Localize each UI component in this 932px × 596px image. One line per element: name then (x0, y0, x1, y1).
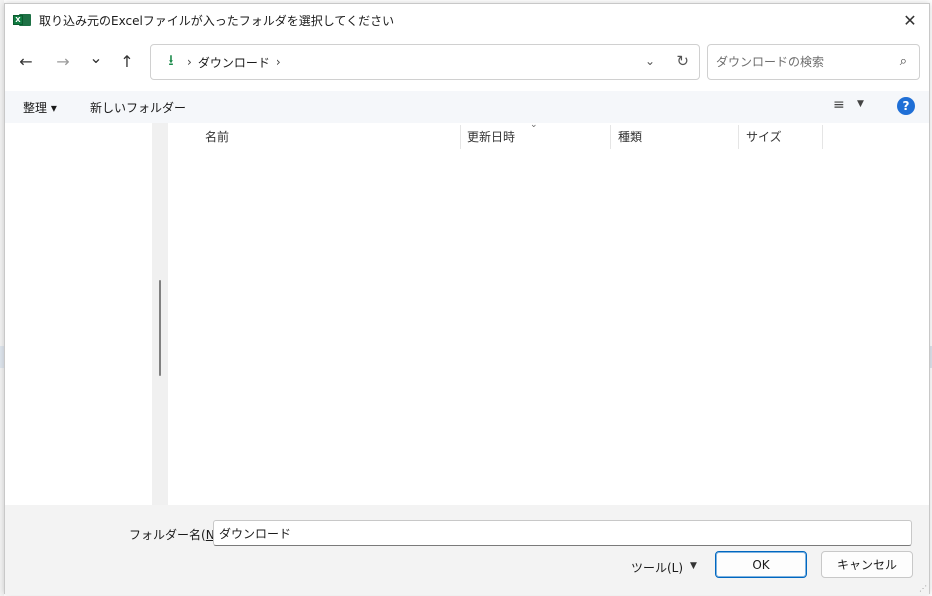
download-arrow-icon: ⭳ (168, 50, 174, 69)
refresh-icon[interactable]: ↻ (676, 52, 689, 70)
forward-button[interactable]: → (50, 48, 76, 74)
search-icon[interactable]: ⌕ (900, 54, 907, 69)
resize-grip-icon[interactable]: ⋰ (919, 585, 927, 593)
navigation-pane[interactable] (5, 123, 152, 505)
back-arrow-icon: ← (19, 51, 33, 71)
dialog-title: 取り込み元のExcelファイルが入ったフォルダを選択してください (39, 13, 395, 28)
breadcrumb-downloads[interactable]: ダウンロード (198, 54, 270, 71)
view-options-dropdown-icon[interactable]: ▼ (857, 99, 864, 109)
recent-locations-button[interactable]: ⌄ (83, 44, 109, 70)
command-toolbar: 整理 ▾ 新しいフォルダー ≡ ▼ ? (5, 91, 929, 123)
navigation-row: ← → ⌄ ↑ ⭳ › ダウンロード › ⌄ ↻ ⌕ (5, 42, 929, 82)
search-box[interactable]: ⌕ (707, 44, 920, 80)
organize-menu-button[interactable]: 整理 ▾ (23, 99, 57, 116)
tools-menu-button[interactable]: ツール(L) (631, 559, 683, 576)
folder-name-label: フォルダー名(N): (129, 528, 223, 542)
address-history-chevron-icon[interactable]: ⌄ (645, 54, 655, 68)
chevron-down-icon: ⌄ (89, 47, 103, 67)
folder-name-input[interactable] (213, 520, 912, 546)
close-icon: ✕ (903, 10, 917, 30)
view-list-icon[interactable]: ≡ (833, 97, 845, 113)
up-button[interactable]: ↑ (114, 48, 140, 74)
breadcrumb-separator[interactable]: › (276, 55, 281, 69)
folder-picker-dialog: X 取り込み元のExcelファイルが入ったフォルダを選択してください ✕ ← →… (4, 3, 930, 595)
column-divider[interactable] (460, 125, 461, 149)
tools-dropdown-icon[interactable]: ▼ (690, 561, 697, 571)
excel-app-icon: X (13, 13, 31, 27)
column-divider[interactable] (738, 125, 739, 149)
close-button[interactable]: ✕ (891, 4, 929, 36)
dialog-footer: フォルダー名(N): ツール(L) ▼ OK キャンセル ⋰ (5, 505, 929, 595)
title-bar: X 取り込み元のExcelファイルが入ったフォルダを選択してください ✕ (5, 4, 929, 36)
scrollbar-thumb[interactable] (159, 280, 161, 376)
column-divider[interactable] (610, 125, 611, 149)
up-arrow-icon: ↑ (120, 51, 134, 71)
column-header-name[interactable]: 名前 (205, 123, 229, 151)
forward-arrow-icon: → (56, 51, 70, 71)
help-icon[interactable]: ? (897, 97, 915, 115)
cancel-button[interactable]: キャンセル (821, 551, 913, 578)
new-folder-button[interactable]: 新しいフォルダー (90, 99, 186, 116)
file-list-view[interactable]: ⌄ 名前 更新日時 種類 サイズ (168, 120, 929, 505)
column-header-size[interactable]: サイズ (746, 123, 782, 151)
search-input[interactable] (716, 55, 886, 69)
column-header-type[interactable]: 種類 (618, 123, 642, 151)
navigation-pane-scrollbar[interactable] (152, 123, 168, 505)
breadcrumb-separator[interactable]: › (187, 55, 192, 69)
address-bar[interactable]: ⭳ › ダウンロード › ⌄ ↻ (150, 44, 700, 80)
column-header-modified[interactable]: 更新日時 (467, 123, 515, 151)
column-divider[interactable] (822, 125, 823, 149)
sort-indicator-icon: ⌄ (530, 120, 538, 130)
back-button[interactable]: ← (13, 48, 39, 74)
ok-button[interactable]: OK (715, 551, 807, 578)
